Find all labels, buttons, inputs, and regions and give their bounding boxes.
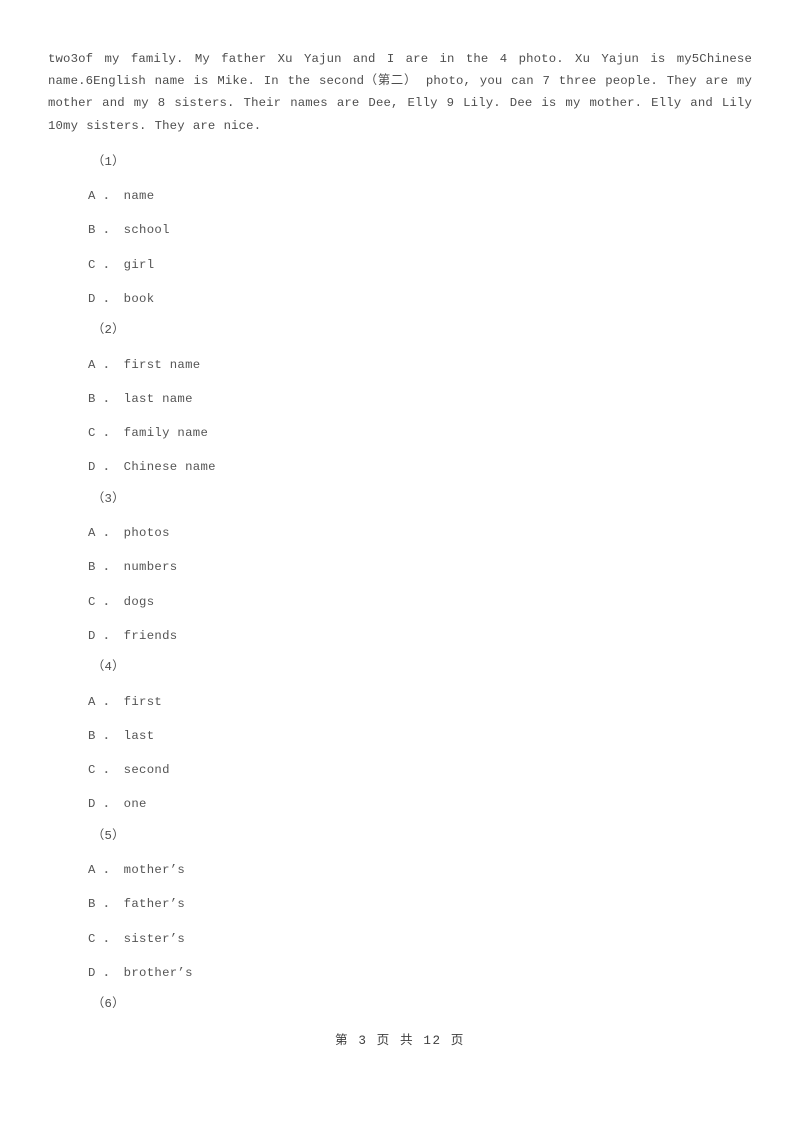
option-row[interactable]: A ． name xyxy=(48,190,752,202)
option-letter: C xyxy=(88,594,96,609)
option-row[interactable]: D ． one xyxy=(48,798,752,810)
option-separator: ． xyxy=(103,257,116,272)
option-row[interactable]: B ． last xyxy=(48,730,752,742)
question-number: （1） xyxy=(92,154,125,169)
option-text: first name xyxy=(123,357,201,372)
option-row[interactable]: D ． friends xyxy=(48,630,752,642)
option-text: sister’s xyxy=(123,931,186,946)
option-text: girl xyxy=(123,257,155,272)
option-letter: A xyxy=(88,357,96,372)
option-text: numbers xyxy=(123,560,178,575)
question-block: （4） A ． first B ． last C ． second D ． on… xyxy=(48,660,752,811)
option-letter: B xyxy=(88,728,96,743)
option-letter: A xyxy=(88,189,96,204)
option-text: second xyxy=(123,763,170,778)
question-block: （1） A ． name B ． school C ． girl D ． boo… xyxy=(48,154,752,306)
option-letter: D xyxy=(88,628,96,643)
option-letter: A xyxy=(88,694,96,709)
option-letter: D xyxy=(88,460,96,475)
question-block: （3） A ． photos B ． numbers C ． dogs D ． … xyxy=(48,491,752,642)
option-letter: D xyxy=(88,797,96,812)
option-row[interactable]: B ． last name xyxy=(48,393,752,405)
option-row[interactable]: D ． brother’s xyxy=(48,967,752,979)
option-separator: ． xyxy=(103,594,116,609)
option-letter: C xyxy=(88,763,96,778)
option-text: family name xyxy=(123,426,209,441)
option-separator: ． xyxy=(103,223,116,238)
option-row[interactable]: C ． girl xyxy=(48,259,752,271)
document-page: two3of my family. My father Xu Yajun and… xyxy=(0,0,800,1132)
option-text: mother’s xyxy=(123,863,186,878)
option-separator: ． xyxy=(103,897,116,912)
option-letter: A xyxy=(88,863,96,878)
reading-passage: two3of my family. My father Xu Yajun and… xyxy=(48,52,752,133)
option-row[interactable]: D ． book xyxy=(48,293,752,305)
option-text: last xyxy=(123,728,155,743)
option-letter: B xyxy=(88,391,96,406)
question-block: （5） A ． mother’s B ． father’s C ． sister… xyxy=(48,828,752,979)
option-letter: D xyxy=(88,292,96,306)
option-separator: ． xyxy=(103,526,116,541)
option-separator: ． xyxy=(103,863,116,878)
question-number: （3） xyxy=(92,491,125,506)
option-separator: ． xyxy=(103,426,116,441)
option-separator: ． xyxy=(103,694,116,709)
option-text: brother’s xyxy=(123,965,193,980)
option-text: dogs xyxy=(123,594,155,609)
option-row[interactable]: A ． first name xyxy=(48,357,752,372)
option-text: name xyxy=(123,189,155,204)
page-content: two3of my family. My father Xu Yajun and… xyxy=(48,48,752,1011)
option-letter: C xyxy=(88,426,96,441)
option-letter: A xyxy=(88,526,96,541)
option-letter: B xyxy=(88,897,96,912)
option-separator: ． xyxy=(103,560,116,575)
option-row[interactable]: C ． sister’s xyxy=(48,931,752,946)
option-text: one xyxy=(123,797,147,812)
option-separator: ． xyxy=(103,460,116,475)
option-separator: ． xyxy=(103,357,116,372)
question-block: （2） A ． first name B ． last name C ． fam… xyxy=(48,323,752,474)
option-separator: ． xyxy=(103,728,116,743)
option-row[interactable]: A ． first xyxy=(48,694,752,709)
option-separator: ． xyxy=(103,965,116,980)
option-separator: ． xyxy=(103,931,116,946)
option-separator: ． xyxy=(103,797,116,812)
option-text: school xyxy=(123,223,170,238)
option-letter: B xyxy=(88,223,96,238)
option-text: book xyxy=(123,292,155,306)
option-row[interactable]: A ． mother’s xyxy=(48,864,752,876)
question-number: （4） xyxy=(92,660,125,675)
option-text: first xyxy=(123,694,163,709)
option-letter: C xyxy=(88,257,96,272)
option-separator: ． xyxy=(103,292,116,306)
option-row[interactable]: A ． photos xyxy=(48,527,752,539)
option-letter: C xyxy=(88,931,96,946)
option-row[interactable]: B ． numbers xyxy=(48,561,752,573)
question-number: （6） xyxy=(92,997,125,1012)
option-separator: ． xyxy=(103,763,116,778)
option-row[interactable]: C ． dogs xyxy=(48,596,752,608)
option-separator: ． xyxy=(103,391,116,406)
option-text: father’s xyxy=(123,897,186,912)
question-block: （6） xyxy=(48,997,752,1012)
question-number: （5） xyxy=(92,828,125,843)
option-text: friends xyxy=(123,628,178,643)
option-row[interactable]: D ． Chinese name xyxy=(48,461,752,473)
option-separator: ． xyxy=(103,628,116,643)
option-text: photos xyxy=(123,526,170,541)
option-letter: D xyxy=(88,965,96,980)
option-row[interactable]: B ． school xyxy=(48,224,752,236)
option-row[interactable]: B ． father’s xyxy=(48,898,752,910)
option-separator: ． xyxy=(103,189,116,204)
option-letter: B xyxy=(88,560,96,575)
question-number: （2） xyxy=(92,323,125,338)
page-footer: 第 3 页 共 12 页 xyxy=(334,1034,466,1048)
option-text: Chinese name xyxy=(123,460,216,475)
option-row[interactable]: C ． second xyxy=(48,764,752,776)
option-row[interactable]: C ． family name xyxy=(48,427,752,439)
option-text: last name xyxy=(123,391,193,406)
